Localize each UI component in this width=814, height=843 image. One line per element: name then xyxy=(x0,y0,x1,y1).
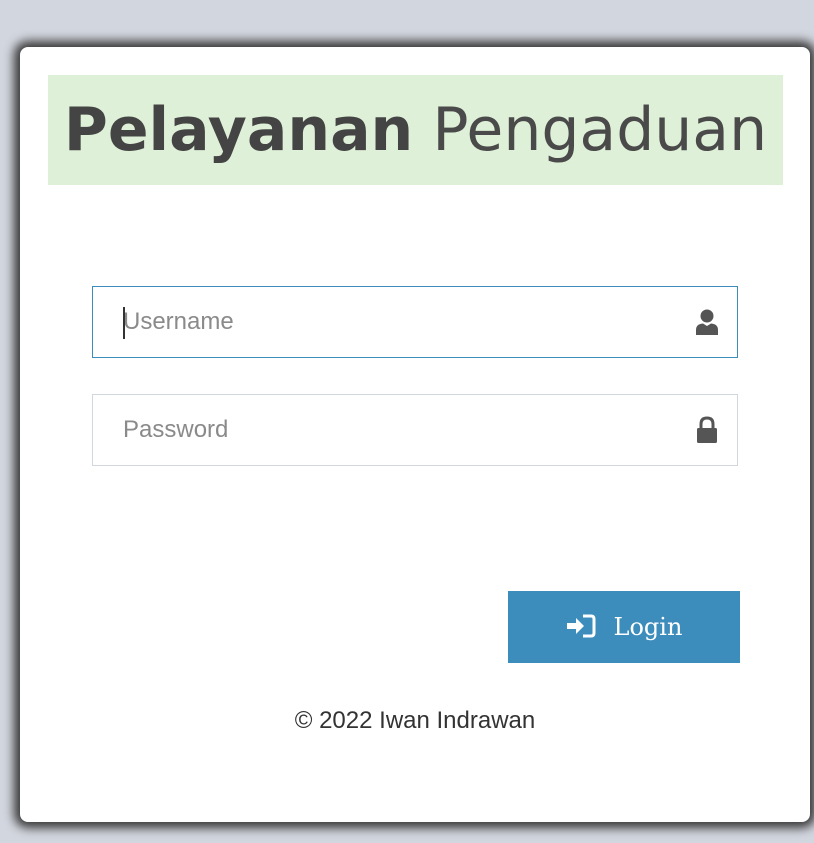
login-button[interactable]: Login xyxy=(508,591,740,663)
sign-in-icon xyxy=(566,614,596,641)
user-icon xyxy=(677,287,737,357)
password-input[interactable] xyxy=(93,395,677,465)
copyright-footer: © 2022 Iwan Indrawan xyxy=(294,707,536,734)
app-logo: Pelayanan Pengaduan xyxy=(64,95,767,165)
top-strip xyxy=(0,0,814,30)
password-field-group xyxy=(92,394,738,466)
app-title-bold: Pelayanan xyxy=(63,95,414,165)
lock-icon xyxy=(677,395,737,465)
logo-banner: Pelayanan Pengaduan xyxy=(48,75,783,185)
text-cursor xyxy=(123,307,125,339)
username-input[interactable] xyxy=(93,287,677,357)
username-field-group xyxy=(92,286,738,358)
login-button-label: Login xyxy=(613,613,683,641)
login-card: Pelayanan Pengaduan Log xyxy=(20,47,810,822)
app-title-light: Pengaduan xyxy=(432,95,768,165)
